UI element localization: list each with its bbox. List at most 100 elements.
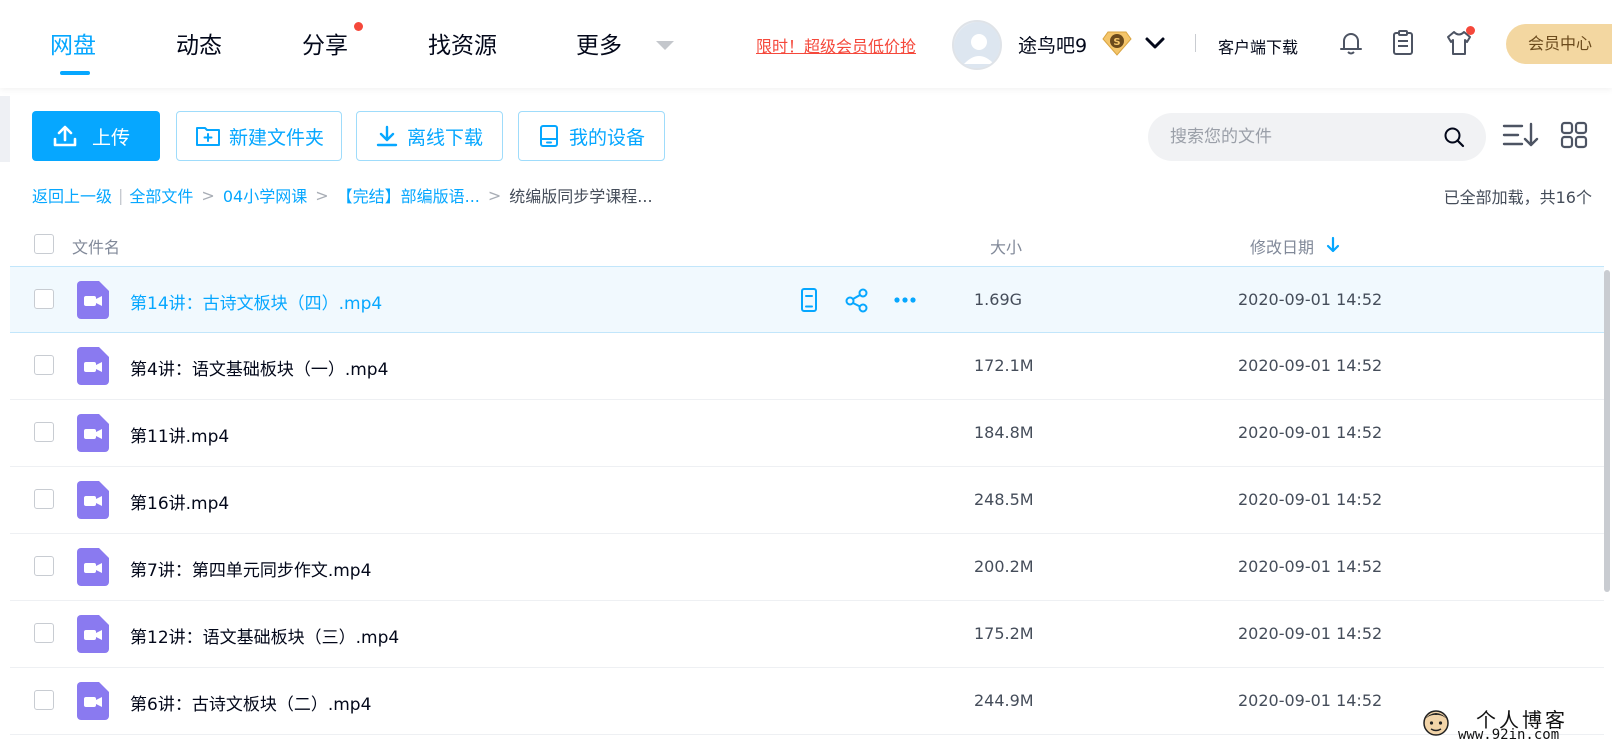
search-input[interactable] [1170, 113, 1440, 161]
file-name[interactable]: 第14讲：古诗文板块（四）.mp4 [130, 289, 382, 314]
upload-button[interactable]: 上传 [32, 111, 160, 161]
breadcrumb-separator: > [201, 185, 215, 205]
more-icon[interactable] [892, 287, 918, 313]
notification-dot [1466, 26, 1475, 35]
avatar[interactable] [952, 20, 1002, 70]
file-name[interactable]: 第12讲：语文基础板块（三）.mp4 [130, 623, 399, 648]
table-row[interactable]: 第4讲：语文基础板块（一）.mp4 172.1M 2020-09-01 14:5… [10, 333, 1604, 400]
file-name[interactable]: 第7讲：第四单元同步作文.mp4 [130, 556, 371, 581]
breadcrumb-item[interactable]: 【完结】部编版语... [337, 183, 480, 207]
row-checkbox[interactable] [34, 355, 54, 375]
row-checkbox[interactable] [34, 489, 54, 509]
file-size: 184.8M [974, 423, 1034, 442]
row-checkbox[interactable] [34, 690, 54, 710]
nav-tab-share[interactable]: 分享 [302, 22, 363, 60]
new-folder-button[interactable]: 新建文件夹 [176, 111, 342, 161]
chevron-down-icon[interactable] [1144, 33, 1166, 53]
top-nav-bar: 网盘 动态 分享 找资源 更多 限时！超级会员低价抢 途鸟吧9 S 客户端下载 [0, 0, 1612, 88]
table-row[interactable]: 第14讲：古诗文板块（四）.mp4 1.69G 2020-09-01 14:52 [10, 266, 1604, 333]
clipboard-icon[interactable] [1388, 28, 1418, 58]
nav-tab-find-resources[interactable]: 找资源 [428, 26, 497, 60]
download-icon [376, 125, 398, 147]
video-file-icon [77, 548, 109, 586]
offline-download-label: 离线下载 [407, 126, 484, 149]
row-checkbox[interactable] [34, 623, 54, 643]
search-icon[interactable] [1442, 125, 1466, 149]
svip-badge-icon[interactable]: S [1102, 30, 1132, 56]
chevron-down-icon[interactable] [656, 41, 674, 50]
breadcrumb-separator: > [487, 185, 502, 205]
nav-tab-label: 网盘 [50, 33, 96, 59]
scrollbar-thumb[interactable] [1604, 270, 1610, 592]
row-checkbox[interactable] [34, 422, 54, 442]
watermark: 个人博客 www.92in.com [1420, 700, 1610, 745]
select-all-checkbox[interactable] [34, 234, 54, 254]
divider [1195, 34, 1196, 52]
sort-icon[interactable] [1502, 120, 1540, 150]
file-date: 2020-09-01 14:52 [1238, 423, 1383, 442]
user-avatar-icon [954, 22, 1000, 68]
device-icon [540, 125, 558, 147]
sidebar-edge [0, 96, 10, 162]
row-checkbox[interactable] [34, 556, 54, 576]
nav-tab-dynamics[interactable]: 动态 [176, 26, 222, 60]
file-date: 2020-09-01 14:52 [1238, 624, 1383, 643]
cartoon-face-icon [1423, 710, 1449, 736]
table-header: 文件名 大小 修改日期 [0, 222, 1612, 266]
table-row[interactable]: 第7讲：第四单元同步作文.mp4 200.2M 2020-09-01 14:52 [10, 534, 1604, 601]
file-name[interactable]: 第11讲.mp4 [130, 422, 229, 447]
table-row[interactable]: 第12讲：语文基础板块（三）.mp4 175.2M 2020-09-01 14:… [10, 601, 1604, 668]
video-file-icon [77, 682, 109, 720]
table-row[interactable]: 第6讲：古诗文板块（二）.mp4 244.9M 2020-09-01 14:52 [10, 668, 1604, 735]
file-date: 2020-09-01 14:52 [1238, 290, 1383, 309]
file-date: 2020-09-01 14:52 [1238, 557, 1383, 576]
grid-view-icon[interactable] [1560, 121, 1588, 149]
table-row[interactable]: 第11讲.mp4 184.8M 2020-09-01 14:52 [10, 400, 1604, 467]
nav-tab-more[interactable]: 更多 [576, 26, 622, 60]
notification-dot [354, 22, 363, 31]
offline-download-button[interactable]: 离线下载 [356, 111, 503, 161]
video-file-icon [77, 414, 109, 452]
nav-tab-label: 分享 [302, 33, 348, 59]
file-date: 2020-09-01 14:52 [1238, 356, 1383, 375]
file-size: 1.69G [974, 290, 1023, 309]
breadcrumb-separator: > [315, 185, 329, 205]
bell-icon[interactable] [1336, 28, 1366, 58]
column-header-date[interactable]: 修改日期 [1250, 234, 1314, 258]
file-name[interactable]: 第4讲：语文基础板块（一）.mp4 [130, 355, 388, 380]
active-tab-indicator [60, 71, 90, 75]
nav-tab-netdisk[interactable]: 网盘 [50, 26, 96, 75]
column-header-name[interactable]: 文件名 [72, 234, 120, 258]
breadcrumb-divider: | [118, 185, 124, 205]
promo-link[interactable]: 限时！超级会员低价抢 [756, 33, 916, 57]
share-icon[interactable] [844, 287, 870, 313]
my-devices-button[interactable]: 我的设备 [518, 111, 665, 161]
file-name[interactable]: 第16讲.mp4 [130, 489, 229, 514]
file-date: 2020-09-01 14:52 [1238, 490, 1383, 509]
watermark-url: www.92in.com [1458, 727, 1560, 743]
file-date: 2020-09-01 14:52 [1238, 691, 1383, 710]
upload-icon [53, 125, 77, 147]
sort-desc-arrow-icon[interactable] [1326, 236, 1340, 254]
breadcrumb: 返回上一级 | 全部文件 > 04小学网课 > 【完结】部编版语... > 统编… [32, 183, 653, 207]
load-status: 已全部加载，共16个 [1443, 188, 1592, 207]
username[interactable]: 途鸟吧9 [1018, 31, 1087, 58]
vip-center-button[interactable]: 会员中心 [1506, 24, 1612, 64]
table-row[interactable]: 第16讲.mp4 248.5M 2020-09-01 14:52 [10, 467, 1604, 534]
svip-badge-text: S [1113, 37, 1120, 48]
breadcrumb-item[interactable]: 04小学网课 [223, 183, 307, 207]
file-name[interactable]: 第6讲：古诗文板块（二）.mp4 [130, 690, 371, 715]
breadcrumb-back-link[interactable]: 返回上一级 [32, 183, 112, 207]
upload-label: 上传 [92, 126, 131, 149]
video-file-icon [77, 281, 109, 319]
nav-tab-label: 更多 [576, 33, 622, 59]
client-download-link[interactable]: 客户端下载 [1218, 34, 1298, 58]
video-file-icon [77, 347, 109, 385]
file-size: 200.2M [974, 557, 1034, 576]
nav-tab-label: 找资源 [428, 33, 497, 59]
breadcrumb-item[interactable]: 全部文件 [129, 183, 193, 207]
phone-icon[interactable] [796, 287, 822, 313]
new-folder-label: 新建文件夹 [229, 126, 325, 149]
column-header-size[interactable]: 大小 [990, 234, 1022, 258]
row-checkbox[interactable] [34, 289, 54, 309]
